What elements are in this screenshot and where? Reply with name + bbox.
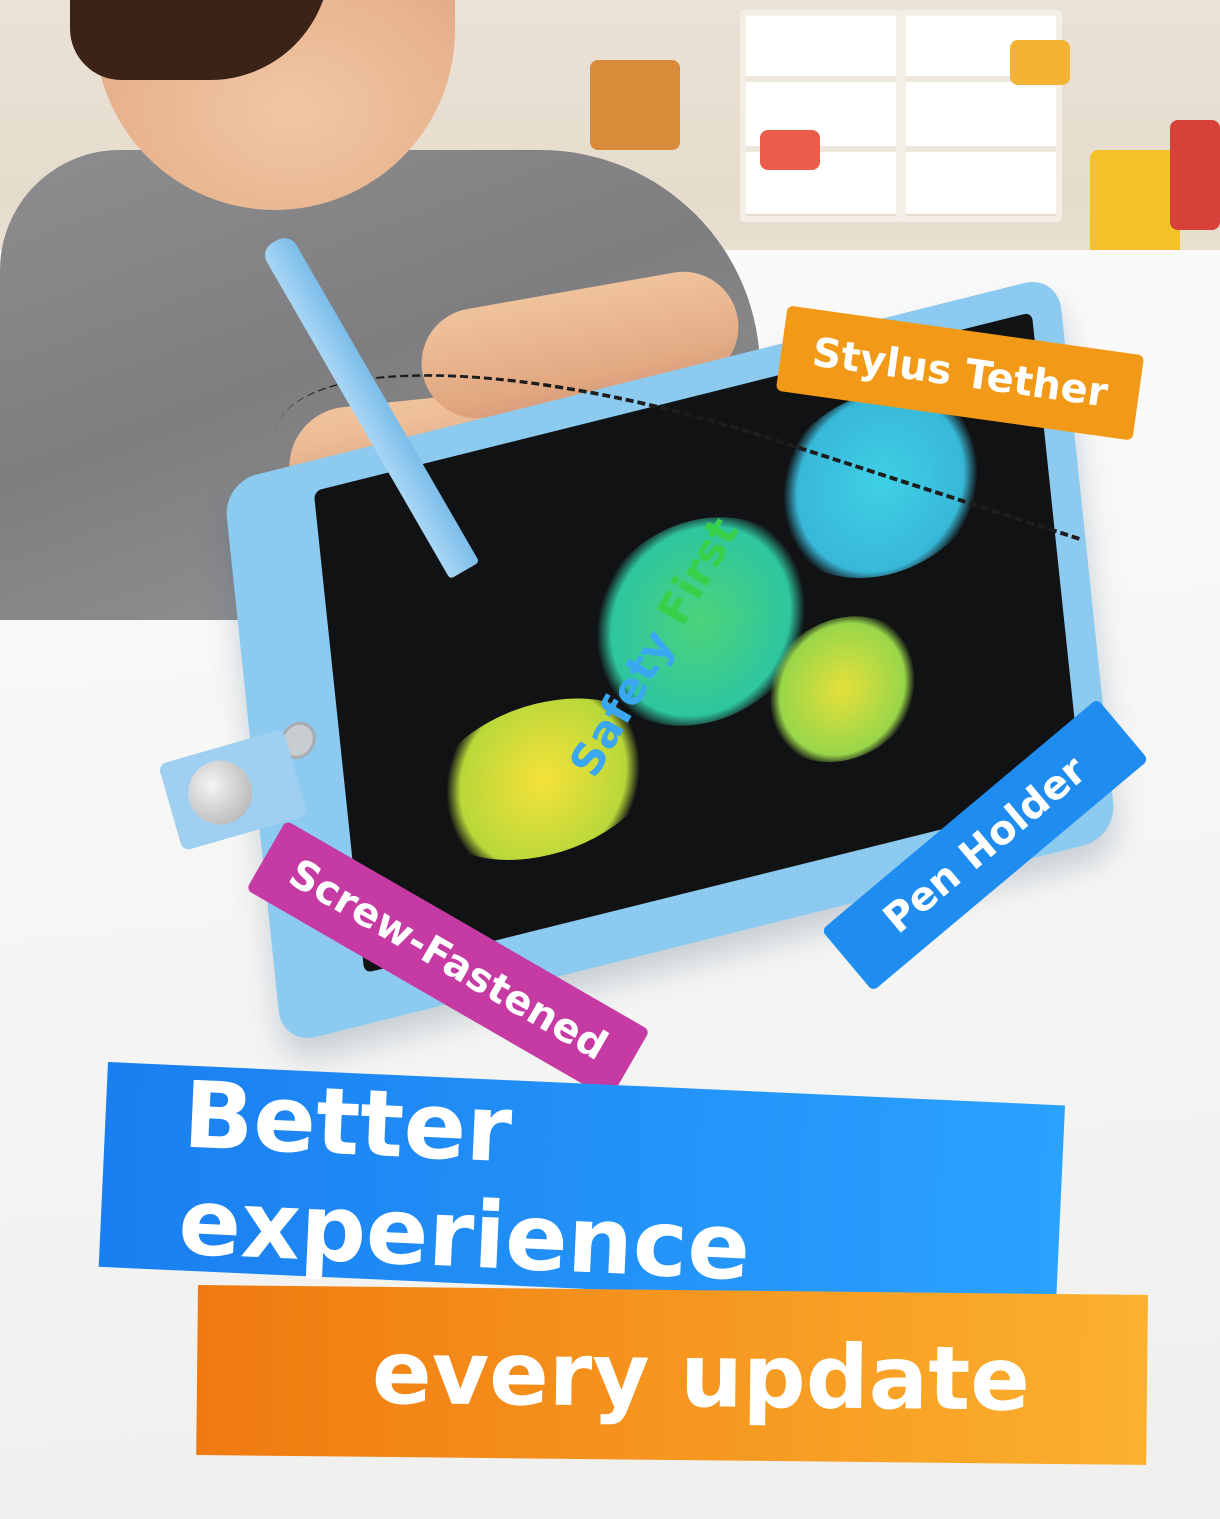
toy-block (1170, 120, 1220, 230)
toy-dog (590, 60, 680, 150)
coin-battery (180, 753, 260, 833)
toy-shelf (740, 10, 902, 222)
subheadline-text: every update (371, 1320, 1031, 1431)
toy-box (1010, 40, 1070, 85)
headline-banner-blue: Better experience (98, 1061, 1066, 1311)
toy-chair (1090, 150, 1180, 260)
headline-text: Better experience (176, 1061, 753, 1301)
headline-banner-orange: every update (196, 1285, 1148, 1465)
toy-box (760, 130, 820, 170)
product-image: Safety First Stylus Tether Screw-Fastene… (0, 0, 1220, 1519)
